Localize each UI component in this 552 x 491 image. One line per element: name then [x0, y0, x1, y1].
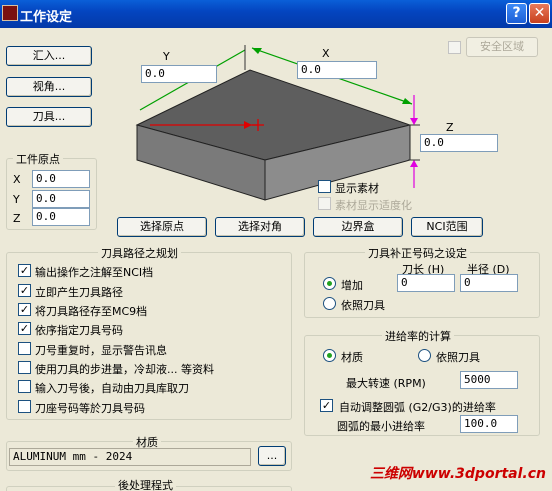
checkmark-icon: ✓ [19, 264, 30, 277]
z-dim-label: Z [446, 121, 454, 134]
toolpath-option-label: 刀座号码等於刀具号码 [35, 402, 145, 415]
feed-by-tool-radio[interactable] [418, 349, 431, 362]
toolpath-option-label: 依序指定刀具号码 [35, 324, 123, 337]
origin-z-input[interactable]: 0.0 [32, 208, 90, 226]
toolpath-option-checkbox[interactable] [18, 361, 31, 374]
feed-material-radio[interactable] [323, 349, 336, 362]
toolpath-option-checkbox[interactable]: ✓ [18, 322, 31, 335]
toolpath-option-label: 输出操作之注解至NCI档 [35, 266, 154, 279]
toolpath-option-label: 使用刀具的步进量，冷却液... 等资料 [35, 363, 214, 376]
x-dimension-input[interactable]: 0.0 [297, 61, 377, 79]
toolpath-option-checkbox[interactable] [18, 342, 31, 355]
max-speed-input[interactable]: 5000 [460, 371, 518, 389]
workpiece-origin-title: 工件原点 [13, 151, 63, 167]
bounding-box-button[interactable]: 边界盒 [313, 217, 403, 237]
comp-by-tool-radio[interactable] [323, 297, 336, 310]
origin-y-label: Y [13, 193, 20, 206]
origin-x-input[interactable]: 0.0 [32, 170, 90, 188]
toolpath-option-checkbox[interactable]: ✓ [18, 264, 31, 277]
toolpath-option-checkbox[interactable] [18, 380, 31, 393]
origin-y-input[interactable]: 0.0 [32, 190, 90, 208]
increment-radio[interactable] [323, 277, 336, 290]
fit-screen-checkbox[interactable] [318, 197, 331, 210]
max-speed-label: 最大转速 (RPM) [346, 377, 426, 390]
post-processor-title: 後处理程式 [115, 477, 176, 491]
feed-by-tool-label: 依照刀具 [436, 351, 480, 364]
radius-offset-input[interactable]: 0 [460, 274, 518, 292]
material-field[interactable]: ALUMINUM mm - 2024 [9, 448, 251, 466]
length-offset-input[interactable]: 0 [397, 274, 455, 292]
min-arc-feed-input[interactable]: 100.0 [460, 415, 518, 433]
toolpath-option-checkbox[interactable]: ✓ [18, 284, 31, 297]
toolpath-option-label: 输入刀号後，自动由刀具库取刀 [35, 382, 189, 395]
origin-x-label: X [13, 173, 21, 186]
safety-zone-button[interactable]: 安全区域 [466, 37, 538, 57]
y-dim-label: Y [163, 50, 170, 63]
fit-screen-label: 素材显示适度化 [335, 199, 412, 212]
toolpath-planning-title: 刀具路径之规划 [98, 245, 181, 261]
watermark: 三维网www.3dportal.cn [369, 466, 546, 482]
toolpath-option-label: 将刀具路径存至MC9档 [35, 305, 148, 318]
window-title: 工作设定 [20, 10, 73, 25]
select-corner-button[interactable]: 选择对角 [215, 217, 305, 237]
z-dimension-input[interactable]: 0.0 [420, 134, 498, 152]
y-dimension-input[interactable]: 0.0 [141, 65, 217, 83]
increment-label: 增加 [341, 279, 363, 292]
show-material-label: 显示素材 [335, 182, 379, 195]
feed-rate-title: 进给率的计算 [382, 328, 454, 344]
title-bar: 工作设定 ? ✕ [0, 0, 552, 28]
feed-material-label: 材质 [341, 351, 363, 364]
app-icon[interactable] [2, 5, 18, 21]
x-dim-label: X [322, 47, 330, 60]
show-material-checkbox[interactable] [318, 180, 331, 193]
help-button[interactable]: ? [506, 3, 527, 24]
tool-compensation-title: 刀具补正号码之设定 [365, 245, 470, 261]
select-origin-button[interactable]: 选择原点 [117, 217, 207, 237]
min-arc-feed-label: 圆弧的最小进给率 [337, 420, 425, 433]
toolpath-option-checkbox[interactable] [18, 400, 31, 413]
close-button[interactable]: ✕ [529, 3, 550, 24]
tool-button[interactable]: 刀具... [6, 107, 92, 127]
toolpath-option-label: 刀号重复时，显示警告讯息 [35, 344, 167, 357]
checkmark-icon: ✓ [19, 303, 30, 316]
auto-adjust-checkmark: ✓ [321, 399, 332, 412]
nci-range-button[interactable]: NCI范围 [411, 217, 483, 237]
origin-z-label: Z [13, 212, 21, 225]
checkmark-icon: ✓ [19, 284, 30, 297]
toolpath-option-label: 立即产生刀具路径 [35, 286, 123, 299]
auto-adjust-checkbox[interactable]: ✓ [320, 399, 333, 412]
view-button[interactable]: 视角... [6, 77, 92, 97]
checkmark-icon: ✓ [19, 322, 30, 335]
toolpath-option-checkbox[interactable]: ✓ [18, 303, 31, 316]
auto-adjust-label: 自动调整圆弧 (G2/G3)的进给率 [339, 401, 496, 414]
comp-by-tool-label: 依照刀具 [341, 299, 385, 312]
import-button[interactable]: 汇入... [6, 46, 92, 66]
material-browse-button[interactable]: ... [258, 446, 286, 466]
